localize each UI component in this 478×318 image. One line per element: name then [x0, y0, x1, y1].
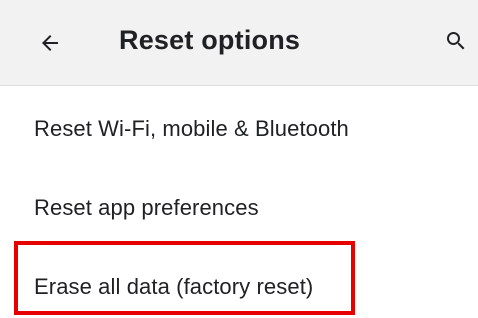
erase-all-data-item[interactable]: Erase all data (factory reset)	[0, 246, 478, 318]
list-item-label: Erase all data (factory reset)	[34, 274, 314, 299]
arrow-back-icon	[38, 31, 62, 55]
reset-wifi-mobile-bluetooth-item[interactable]: Reset Wi-Fi, mobile & Bluetooth	[0, 86, 478, 166]
list-item-label: Reset app preferences	[34, 195, 259, 220]
back-button[interactable]	[34, 27, 66, 59]
list-item-label: Reset Wi-Fi, mobile & Bluetooth	[34, 116, 349, 141]
app-bar: Reset options	[0, 0, 478, 86]
reset-app-preferences-item[interactable]: Reset app preferences	[0, 166, 478, 246]
page-title: Reset options	[119, 25, 301, 55]
reset-options-screen: Reset options Reset Wi-Fi, mobile & Blue…	[0, 0, 478, 318]
search-button[interactable]	[440, 27, 472, 59]
search-icon	[444, 29, 468, 58]
